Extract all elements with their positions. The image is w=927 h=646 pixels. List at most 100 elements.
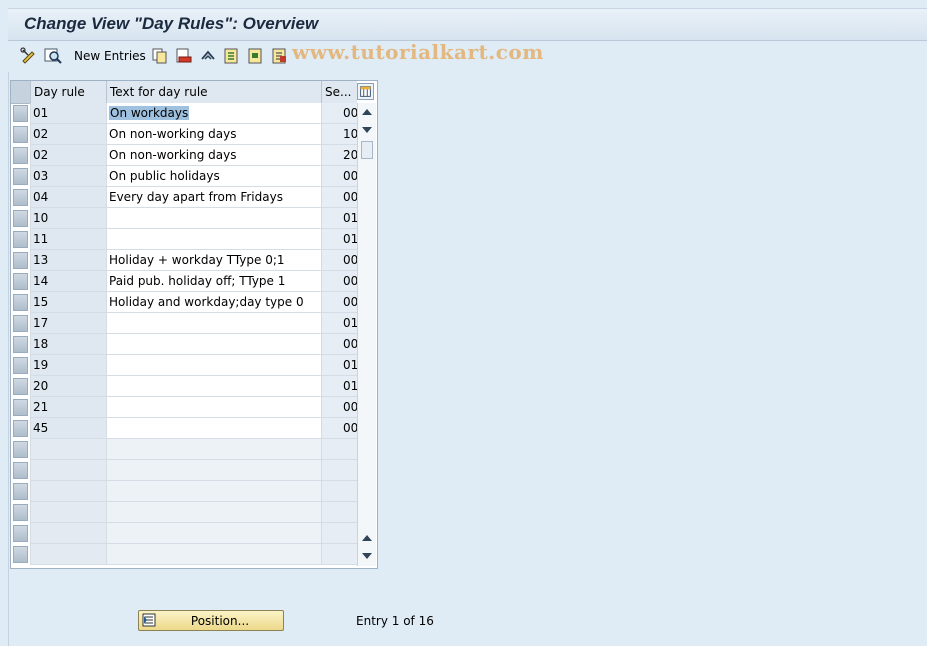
row-selector[interactable] [13,525,28,542]
day-rule-text-cell[interactable]: On non-working days [106,124,321,145]
row-selector[interactable] [13,252,28,269]
day-rule-text-cell[interactable] [106,208,321,229]
day-rule-text-cell[interactable] [106,460,321,481]
row-selector[interactable] [13,147,28,164]
table-row[interactable]: 20 01 [11,376,357,397]
row-selector[interactable] [13,357,28,374]
day-rule-text-cell[interactable]: Holiday and workday;day type 0 [106,292,321,313]
day-rule-cell[interactable]: 11 [30,229,106,250]
table-row[interactable]: 11 01 [11,229,357,250]
day-rule-text-cell[interactable]: On public holidays [106,166,321,187]
table-row[interactable]: 02 On non-working days 10 [11,124,357,145]
table-row[interactable]: 03 On public holidays 00 [11,166,357,187]
sequence-cell[interactable] [321,502,357,523]
day-rule-cell[interactable]: 15 [30,292,106,313]
day-rule-text-cell[interactable] [106,544,321,565]
column-header-seq[interactable]: Se... [321,81,357,103]
sequence-cell[interactable] [321,460,357,481]
table-row[interactable]: 02 On non-working days 20 [11,145,357,166]
day-rule-cell[interactable] [30,439,106,460]
table-row[interactable]: 13 Holiday + workday TType 0;1 00 [11,250,357,271]
table-row[interactable] [11,460,357,481]
day-rule-text-cell[interactable] [106,313,321,334]
day-rule-text-cell[interactable] [106,418,321,439]
scroll-up-arrow-bottom[interactable] [362,535,372,541]
select-all-rows-button[interactable] [11,81,31,103]
day-rule-text-cell[interactable]: Holiday + workday TType 0;1 [106,250,321,271]
row-selector[interactable] [13,336,28,353]
sequence-cell[interactable] [321,544,357,565]
day-rule-cell[interactable]: 13 [30,250,106,271]
row-selector[interactable] [13,126,28,143]
day-rule-text-cell[interactable] [106,523,321,544]
day-rule-cell[interactable]: 03 [30,166,106,187]
day-rule-cell[interactable] [30,460,106,481]
row-selector[interactable] [13,210,28,227]
row-selector[interactable] [13,189,28,206]
day-rule-cell[interactable]: 17 [30,313,106,334]
sequence-cell[interactable]: 00 [321,166,357,187]
day-rule-text-cell[interactable] [106,481,321,502]
day-rule-text-cell[interactable] [106,397,321,418]
table-row[interactable]: 19 01 [11,355,357,376]
row-selector[interactable] [13,315,28,332]
day-rule-cell[interactable] [30,481,106,502]
sequence-cell[interactable]: 00 [321,292,357,313]
day-rule-cell[interactable]: 45 [30,418,106,439]
row-selector[interactable] [13,168,28,185]
table-row[interactable]: 17 01 [11,313,357,334]
row-selector[interactable] [13,504,28,521]
table-row[interactable] [11,502,357,523]
sequence-cell[interactable]: 00 [321,187,357,208]
day-rule-cell[interactable]: 18 [30,334,106,355]
sequence-cell[interactable]: 00 [321,103,357,124]
table-row[interactable] [11,523,357,544]
copy-as-icon[interactable] [151,47,169,65]
table-row[interactable]: 45 00 [11,418,357,439]
scroll-thumb[interactable] [361,141,373,159]
new-entries-button[interactable]: New Entries [74,49,146,63]
day-rule-text-cell[interactable] [106,355,321,376]
selected-text[interactable]: On workdays [109,106,190,120]
day-rule-cell[interactable]: 01 [30,103,106,124]
position-button[interactable]: Position... [138,610,284,631]
day-rule-cell[interactable]: 02 [30,145,106,166]
row-selector[interactable] [13,483,28,500]
vertical-scrollbar[interactable] [357,103,376,566]
sequence-cell[interactable]: 00 [321,397,357,418]
scroll-down-arrow-bottom[interactable] [362,553,372,559]
day-rule-cell[interactable]: 19 [30,355,106,376]
day-rule-cell[interactable]: 14 [30,271,106,292]
table-row[interactable] [11,481,357,502]
row-selector[interactable] [13,105,28,122]
sequence-cell[interactable]: 20 [321,145,357,166]
sequence-cell[interactable]: 01 [321,355,357,376]
day-rule-cell[interactable] [30,523,106,544]
row-selector[interactable] [13,273,28,290]
select-block-icon[interactable] [247,47,265,65]
sequence-cell[interactable] [321,481,357,502]
day-rule-text-cell[interactable]: Paid pub. holiday off; TType 1 [106,271,321,292]
row-selector[interactable] [13,441,28,458]
table-row[interactable]: 18 00 [11,334,357,355]
display-change-icon[interactable] [20,47,38,65]
table-row[interactable] [11,439,357,460]
day-rule-text-cell[interactable] [106,439,321,460]
table-row[interactable] [11,544,357,565]
column-header-text[interactable]: Text for day rule [106,81,321,103]
day-rule-text-cell[interactable]: On workdays [106,103,321,124]
row-selector[interactable] [13,399,28,416]
table-row[interactable]: 01 On workdays 00 [11,103,357,124]
sequence-cell[interactable]: 00 [321,334,357,355]
select-all-icon[interactable] [223,47,241,65]
day-rule-text-cell[interactable] [106,502,321,523]
find-icon[interactable] [44,47,62,65]
day-rule-text-cell[interactable]: On non-working days [106,145,321,166]
row-selector[interactable] [13,462,28,479]
sequence-cell[interactable] [321,439,357,460]
day-rule-text-cell[interactable]: Every day apart from Fridays [106,187,321,208]
delete-icon[interactable] [175,47,193,65]
scroll-up-arrow[interactable] [362,109,372,115]
row-selector[interactable] [13,420,28,437]
day-rule-cell[interactable]: 20 [30,376,106,397]
